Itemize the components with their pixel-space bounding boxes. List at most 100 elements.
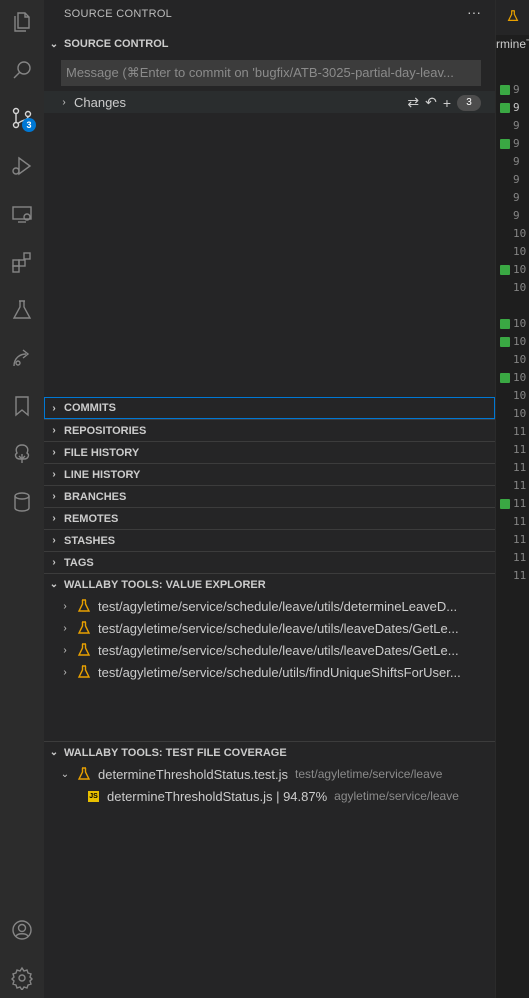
list-item[interactable]: › test/agyletime/service/schedule/utils/… [44,661,509,683]
list-item[interactable]: › test/agyletime/service/schedule/leave/… [44,595,509,617]
section-branches[interactable]: › BRANCHES [44,485,495,507]
flask-icon [77,621,91,634]
tree-icon[interactable] [0,434,44,474]
testing-icon[interactable] [0,290,44,330]
chevron-right-icon: › [63,644,67,656]
section-title: BRANCHES [64,490,127,503]
coverage-test-file-path: test/agyletime/service/leave [295,767,443,781]
line-number: 9 [513,209,520,222]
line-number: 11 [513,551,527,564]
section-title: FILE HISTORY [64,446,140,459]
section-title: REMOTES [64,512,119,525]
js-file-icon: JS [88,790,99,802]
coverage-source-file-name: determineThresholdStatus.js | 94.87% [107,788,328,804]
coverage-marker [500,499,510,509]
chevron-down-icon: ⌄ [60,768,70,780]
section-tags[interactable]: › TAGS [44,551,495,573]
bookmarks-icon[interactable] [0,386,44,426]
editor-breadcrumb: rmineT [496,37,529,51]
line-number: 10 [513,227,527,240]
section-line-history[interactable]: › LINE HISTORY [44,463,495,485]
line-number: 9 [513,137,520,150]
extensions-icon[interactable] [0,242,44,282]
line-number: 10 [513,371,527,384]
list-item[interactable]: › test/agyletime/service/schedule/leave/… [44,617,509,639]
account-icon[interactable] [0,910,44,950]
chevron-right-icon: › [52,535,56,546]
database-icon[interactable] [0,482,44,522]
flask-icon [77,767,91,780]
line-number: 9 [513,83,520,96]
coverage-source-file-path: agyletime/service/leave [334,789,459,803]
live-share-icon[interactable] [0,338,44,378]
section-remotes[interactable]: › REMOTES [44,507,495,529]
line-number: 11 [513,443,527,456]
section-title: LINE HISTORY [64,468,141,481]
search-icon[interactable] [0,50,44,90]
line-number: 9 [513,101,520,114]
source-control-badge: 3 [22,118,36,132]
chevron-right-icon: › [63,600,67,612]
value-explorer-item: test/agyletime/service/schedule/leave/ut… [98,642,459,658]
line-number: 11 [513,569,527,582]
editor-area: rmineT 9 9 9 9 9 9 9 9 10 10 10 10 10 10… [495,0,529,998]
flask-icon [507,10,519,21]
more-actions-icon[interactable]: ··· [467,4,481,20]
open-changes-icon[interactable]: ⇄ [407,94,419,111]
line-number: 11 [513,461,527,474]
line-number: 11 [513,533,527,546]
line-number: 10 [513,281,527,294]
list-item[interactable]: › test/agyletime/service/schedule/leave/… [44,639,509,661]
chevron-right-icon: › [52,557,56,568]
section-stashes[interactable]: › STASHES [44,529,495,551]
chevron-right-icon: › [52,491,56,502]
section-file-history[interactable]: › FILE HISTORY [44,441,495,463]
coverage-marker [500,373,510,383]
scm-section-title: SOURCE CONTROL [64,38,169,50]
line-number: 9 [513,173,520,186]
discard-all-icon[interactable]: ↶ [425,94,437,111]
coverage-marker [500,85,510,95]
chevron-right-icon: › [52,425,56,436]
line-number: 9 [513,155,520,168]
section-repositories[interactable]: › REPOSITORIES [44,419,495,441]
section-title: WALLABY TOOLS: VALUE EXPLORER [64,578,266,591]
section-test-file-coverage[interactable]: ⌄ WALLABY TOOLS: TEST FILE COVERAGE [44,741,495,763]
section-title: REPOSITORIES [64,424,147,437]
chevron-right-icon: › [52,447,56,458]
changes-group[interactable]: › Changes ⇄ ↶ + 3 [44,91,495,113]
line-number: 10 [513,353,527,366]
section-commits[interactable]: › COMMITS [44,397,495,419]
flask-icon [77,599,91,612]
value-explorer-item: test/agyletime/service/schedule/leave/ut… [98,620,459,636]
line-number: 10 [513,263,527,276]
settings-gear-icon[interactable] [0,958,44,998]
stage-all-icon[interactable]: + [443,95,451,111]
changes-label: Changes [74,94,127,110]
run-debug-icon[interactable] [0,146,44,186]
chevron-down-icon: ⌄ [49,38,59,50]
explorer-icon[interactable] [0,2,44,42]
commit-message-input[interactable]: Message (⌘Enter to commit on 'bugfix/ATB… [61,60,481,86]
line-number: 10 [513,407,527,420]
section-title: TAGS [64,556,94,569]
coverage-test-file-name: determineThresholdStatus.test.js [98,766,289,782]
value-explorer-item: test/agyletime/service/schedule/leave/ut… [98,598,458,614]
coverage-source-file[interactable]: JS determineThresholdStatus.js | 94.87% … [44,785,529,807]
chevron-right-icon: › [62,96,66,108]
line-number: 10 [513,335,527,348]
coverage-test-file[interactable]: ⌄ determineThresholdStatus.test.js test/… [44,763,509,785]
section-value-explorer[interactable]: ⌄ WALLABY TOOLS: VALUE EXPLORER [44,573,495,595]
editor-tab-strip [496,0,529,35]
activity-bar: 3 [0,0,44,998]
remote-explorer-icon[interactable] [0,194,44,234]
scm-section-header[interactable]: ⌄ SOURCE CONTROL [44,33,495,55]
line-number: 11 [513,479,527,492]
line-number: 11 [513,497,527,510]
chevron-right-icon: › [63,622,67,634]
chevron-right-icon: › [63,666,67,678]
flask-icon [77,643,91,656]
line-number: 10 [513,245,527,258]
source-control-icon[interactable]: 3 [0,98,44,138]
changes-count: 3 [457,94,481,111]
